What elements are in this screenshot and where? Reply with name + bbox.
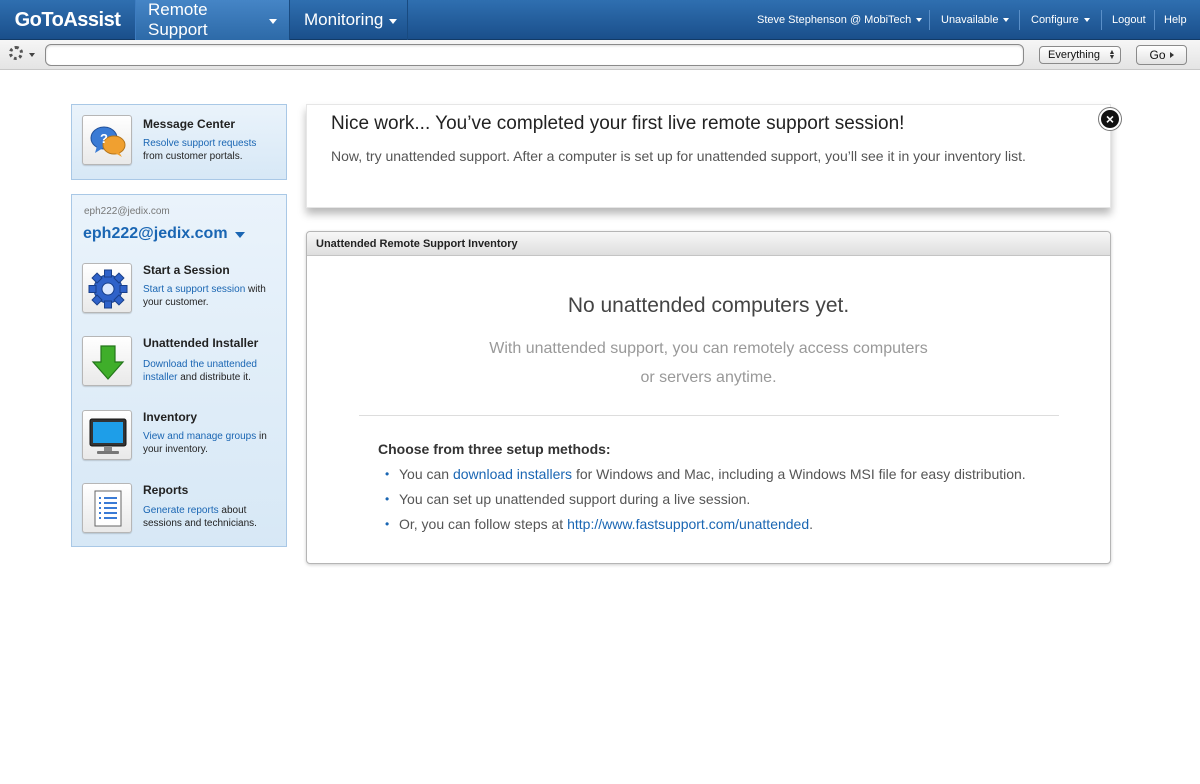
tab-monitoring[interactable]: Monitoring	[292, 0, 408, 40]
user-menu-label: Steve Stephenson @ MobiTech	[757, 14, 912, 26]
method-text: Or, you can follow steps at	[399, 516, 568, 532]
account-switcher[interactable]: eph222@jedix.com	[83, 225, 228, 243]
gear-icon[interactable]	[9, 46, 23, 60]
chevron-down-icon	[916, 18, 923, 22]
start-session-title: Start a Session	[143, 263, 230, 277]
reports-desc: Generate reports about sessions and tech…	[143, 504, 283, 530]
chevron-down-icon	[269, 18, 277, 24]
start-session-desc: Start a support session with your custom…	[143, 283, 283, 309]
account-panel: eph222@jedix.com eph222@jedix.com Start …	[71, 194, 287, 547]
download-installers-link[interactable]: download installers	[453, 466, 572, 482]
tab-remote-support[interactable]: Remote Support	[136, 0, 290, 40]
message-center-desc: Resolve support requests from customer p…	[143, 137, 283, 163]
unattended-installer-title: Unattended Installer	[143, 336, 259, 350]
nav-divider	[929, 10, 930, 30]
list-item: You can set up unattended support during…	[385, 487, 1085, 512]
chevron-down-icon	[389, 18, 398, 24]
monitor-icon	[89, 418, 127, 454]
notice-title: Nice work... You’ve completed your first…	[331, 113, 905, 134]
svg-text:?: ?	[100, 131, 108, 146]
gotoassist-logo[interactable]: GoToAssist	[0, 0, 136, 40]
nav-divider	[1019, 10, 1020, 30]
configure-menu-label: Configure	[1031, 14, 1079, 26]
search-scope-select[interactable]: Everything ▲ ▼	[1039, 46, 1121, 64]
inventory-icon-box[interactable]	[82, 410, 132, 460]
close-notice-button[interactable]: ×	[1099, 108, 1121, 130]
nav-divider	[1101, 10, 1102, 30]
inventory-header: Unattended Remote Support Inventory	[307, 232, 1110, 256]
message-center-title: Message Center	[143, 117, 236, 131]
method-text: You can set up unattended support during…	[399, 491, 751, 507]
nav-divider	[1154, 10, 1155, 30]
start-session-icon-box[interactable]	[82, 263, 132, 313]
tab-monitoring-label: Monitoring	[304, 10, 384, 29]
reports-title: Reports	[143, 483, 189, 497]
go-button[interactable]: Go	[1136, 45, 1187, 65]
report-document-icon	[94, 490, 122, 527]
message-center-panel: ? Message Center Resolve support request…	[71, 104, 287, 180]
top-nav: GoToAssist Remote Support Monitoring Ste…	[0, 0, 1200, 40]
method-text: for Windows and Mac, including a Windows…	[572, 466, 1026, 482]
updown-arrows-icon: ▲ ▼	[1108, 49, 1116, 61]
message-center-icon-box[interactable]: ?	[82, 115, 132, 165]
resolve-support-requests-link[interactable]: Resolve support requests	[143, 138, 256, 149]
chat-bubbles-icon: ?	[90, 126, 126, 157]
chevron-down-icon[interactable]	[235, 232, 245, 238]
go-button-label: Go	[1149, 48, 1166, 62]
unattended-installer-icon-box[interactable]	[82, 336, 132, 386]
setup-methods-list: You can download installers for Windows …	[385, 462, 1085, 537]
status-menu[interactable]: Unavailable	[941, 0, 1010, 40]
empty-state-title: No unattended computers yet.	[567, 294, 850, 317]
message-center-desc-text: from customer portals.	[143, 151, 243, 162]
search-scope-value: Everything	[1048, 49, 1100, 61]
download-arrow-icon	[91, 345, 125, 380]
generate-reports-link[interactable]: Generate reports	[143, 505, 219, 516]
search-bar: Everything ▲ ▼ Go	[0, 40, 1200, 70]
account-email-label: eph222@jedix.com	[84, 206, 170, 217]
status-menu-label: Unavailable	[941, 14, 999, 26]
logout-link[interactable]: Logout	[1112, 0, 1146, 40]
tab-remote-support-label: Remote Support	[148, 0, 208, 39]
gear-session-icon	[88, 269, 128, 309]
configure-menu[interactable]: Configure	[1031, 0, 1090, 40]
start-support-session-link[interactable]: Start a support session	[143, 284, 245, 295]
chevron-down-icon	[1003, 18, 1010, 22]
user-menu[interactable]: Steve Stephenson @ MobiTech	[757, 0, 923, 40]
unattended-installer-desc: Download the unattended installer and di…	[143, 358, 283, 384]
list-item: Or, you can follow steps at http://www.f…	[385, 512, 1085, 537]
notice-body: Now, try unattended support. After a com…	[331, 148, 1026, 164]
list-item: You can download installers for Windows …	[385, 462, 1085, 487]
unattended-inventory-panel: Unattended Remote Support Inventory No u…	[306, 231, 1111, 564]
method-text: .	[809, 516, 814, 532]
chevron-down-icon[interactable]	[29, 53, 35, 57]
method-text: You can	[399, 466, 453, 482]
help-link[interactable]: Help	[1164, 0, 1187, 40]
unattended-installer-desc-text: and distribute it.	[177, 372, 251, 383]
inventory-title: Inventory	[143, 410, 198, 424]
fastsupport-unattended-link[interactable]: http://www.fastsupport.com/unattended	[567, 516, 809, 532]
completion-notice: Nice work... You’ve completed your first…	[306, 104, 1111, 208]
view-manage-groups-link[interactable]: View and manage groups	[143, 431, 256, 442]
chevron-down-icon	[1083, 18, 1090, 22]
play-arrow-icon	[1169, 52, 1174, 58]
setup-methods-title: Choose from three setup methods:	[378, 441, 611, 457]
reports-icon-box[interactable]	[82, 483, 132, 533]
inventory-divider	[359, 415, 1059, 416]
search-input[interactable]	[45, 44, 1024, 66]
empty-state-subtitle: With unattended support, you can remotel…	[489, 340, 928, 386]
close-icon: ×	[1105, 111, 1115, 127]
inventory-desc: View and manage groups in your inventory…	[143, 430, 283, 456]
